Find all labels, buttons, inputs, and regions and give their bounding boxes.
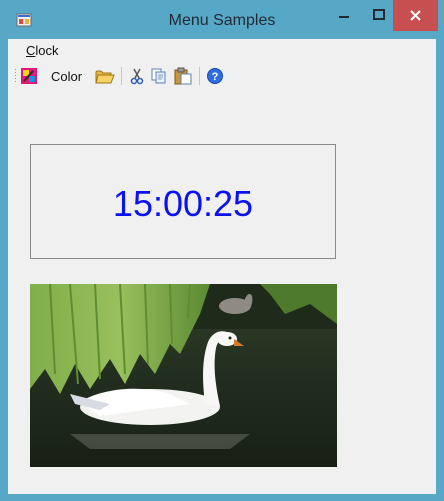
menu-item-clock[interactable]: Clock (26, 43, 59, 58)
toolbar-grip-icon[interactable] (14, 68, 17, 84)
swan-image (30, 284, 337, 467)
color-button[interactable]: Color (20, 67, 90, 85)
menu-mnemonic: C (26, 43, 36, 58)
maximize-icon (373, 9, 385, 20)
clock-time: 15:00:25 (112, 183, 254, 224)
svg-text:?: ? (212, 71, 219, 83)
open-folder-icon (95, 70, 115, 84)
menu-bar: Clock (8, 39, 436, 62)
toolbar: Color ? (8, 64, 436, 88)
color-icon (21, 68, 37, 84)
clock-display: 15:00:25 (30, 144, 336, 259)
title-bar[interactable]: Menu Samples (0, 0, 444, 39)
minimize-icon (339, 16, 349, 18)
app-window: Menu Samples Clock Color ? 15:00:25 (0, 0, 444, 501)
minimize-button[interactable] (324, 0, 364, 31)
toolbar-separator (199, 67, 200, 85)
client-area: Clock Color ? 15:00:25 (8, 39, 436, 494)
paste-icon (174, 67, 192, 85)
close-icon (410, 10, 421, 21)
close-button[interactable] (393, 0, 438, 31)
color-button-label: Color (51, 69, 83, 84)
paste-button[interactable] (173, 67, 193, 85)
cut-icon (130, 68, 144, 85)
cut-button[interactable] (128, 67, 146, 85)
open-button[interactable] (95, 67, 115, 85)
swan-photo (30, 284, 337, 467)
menu-item-label: lock (35, 43, 59, 58)
help-icon: ? (207, 68, 223, 84)
toolbar-separator (121, 67, 122, 85)
help-button[interactable]: ? (206, 67, 224, 85)
maximize-button[interactable] (364, 0, 394, 31)
copy-button[interactable] (150, 67, 168, 85)
copy-icon (151, 68, 166, 84)
